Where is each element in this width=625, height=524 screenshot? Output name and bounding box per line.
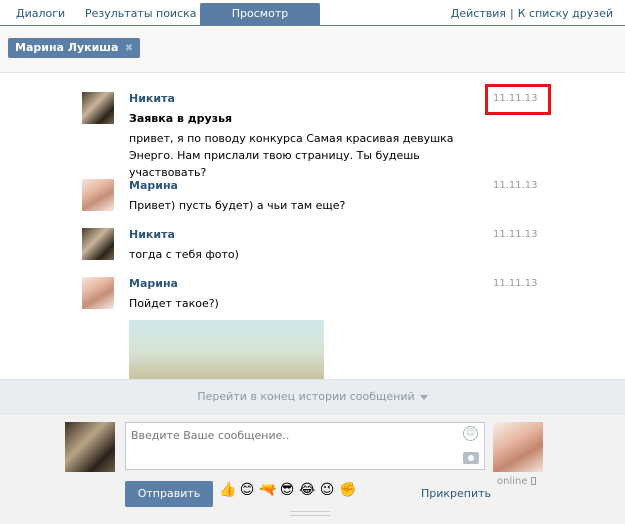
mobile-phone-icon bbox=[530, 477, 536, 485]
resize-grip[interactable] bbox=[290, 511, 330, 516]
message-input[interactable]: Введите Ваше сообщение.. bbox=[125, 422, 485, 470]
chevron-down-icon bbox=[419, 394, 428, 400]
attach-link[interactable]: Прикрепить bbox=[421, 487, 491, 500]
send-button[interactable]: Отправить bbox=[125, 481, 213, 507]
message-author[interactable]: Никита bbox=[129, 228, 469, 242]
laugh-emoji-icon[interactable]: 😂 bbox=[299, 482, 315, 498]
message-date: 11.11.13 bbox=[493, 93, 538, 104]
message-body: Марина Привет) пусть будет) а чьи там ещ… bbox=[129, 179, 469, 214]
thumbs-up-emoji-icon[interactable]: 👍 bbox=[219, 482, 236, 498]
message-date: 11.11.13 bbox=[493, 229, 538, 240]
message-author[interactable]: Марина bbox=[129, 277, 469, 291]
avatar[interactable] bbox=[82, 277, 114, 309]
message-date: 11.11.13 bbox=[493, 180, 538, 191]
tab-view-dialogs[interactable]: Просмотр диалогов bbox=[200, 3, 320, 41]
camera-icon[interactable] bbox=[463, 452, 479, 464]
message-author[interactable]: Никита bbox=[129, 92, 469, 106]
avatar[interactable] bbox=[493, 422, 543, 472]
compose-area: Введите Ваше сообщение.. ☺ online Отправ… bbox=[0, 414, 625, 524]
tab-search-results[interactable]: Результаты поиска bbox=[77, 3, 205, 26]
recipient-chip-label: Марина Лукиша bbox=[15, 41, 119, 54]
go-to-end-bar[interactable]: Перейти в конец истории сообщений bbox=[0, 379, 625, 414]
sunglasses-emoji-icon[interactable]: 😎 bbox=[279, 482, 295, 498]
actions-link[interactable]: Действия bbox=[451, 7, 506, 20]
tab-dialogs[interactable]: Диалоги bbox=[8, 3, 73, 26]
top-tabs: Диалоги Результаты поиска Просмотр диало… bbox=[0, 0, 625, 41]
message-date: 11.11.13 bbox=[493, 278, 538, 289]
gun-emoji-icon[interactable]: 🔫 bbox=[259, 482, 276, 498]
smile-icon[interactable]: ☺ bbox=[463, 426, 478, 441]
message-body: Никита Заявка в друзья привет, я по пово… bbox=[129, 92, 469, 181]
message-input-placeholder: Введите Ваше сообщение.. bbox=[131, 429, 290, 442]
go-to-end-label: Перейти в конец истории сообщений bbox=[197, 390, 415, 403]
avatar[interactable] bbox=[82, 228, 114, 260]
header-actions: Действия | К списку друзей bbox=[451, 3, 613, 24]
attached-photo[interactable] bbox=[129, 320, 324, 379]
back-to-friends-link[interactable]: К списку друзей bbox=[518, 7, 613, 20]
avatar[interactable] bbox=[82, 179, 114, 211]
online-status-label: online bbox=[497, 476, 528, 487]
message-text: привет, я по поводу конкурса Самая краси… bbox=[129, 132, 454, 179]
smile-emoji-icon[interactable]: 😊 bbox=[239, 482, 255, 498]
fist-emoji-icon[interactable]: ✊ bbox=[339, 482, 356, 498]
wink-emoji-icon[interactable]: 😉 bbox=[319, 482, 335, 498]
message-list: Никита Заявка в друзья привет, я по пово… bbox=[0, 74, 625, 379]
recipient-bar: Марина Лукиша ✖ bbox=[0, 27, 625, 73]
message-text: тогда с тебя фото) bbox=[129, 248, 239, 261]
actions-separator: | bbox=[510, 7, 514, 20]
message-text: Пойдет такое?) bbox=[129, 297, 219, 310]
message-subject: Заявка в друзья bbox=[129, 112, 233, 125]
message-body: Никита тогда с тебя фото) bbox=[129, 228, 469, 263]
recipient-chip[interactable]: Марина Лукиша ✖ bbox=[8, 38, 141, 58]
online-status: online bbox=[497, 476, 536, 487]
emoji-bar: 👍 😊 🔫 😎 😂 😉 ✊ bbox=[219, 482, 359, 502]
message-text: Привет) пусть будет) а чьи там еще? bbox=[129, 199, 346, 212]
avatar[interactable] bbox=[65, 422, 115, 472]
avatar[interactable] bbox=[82, 92, 114, 124]
message-body: Марина Пойдет такое?) bbox=[129, 277, 469, 312]
close-icon[interactable]: ✖ bbox=[123, 44, 134, 55]
message-author[interactable]: Марина bbox=[129, 179, 469, 193]
